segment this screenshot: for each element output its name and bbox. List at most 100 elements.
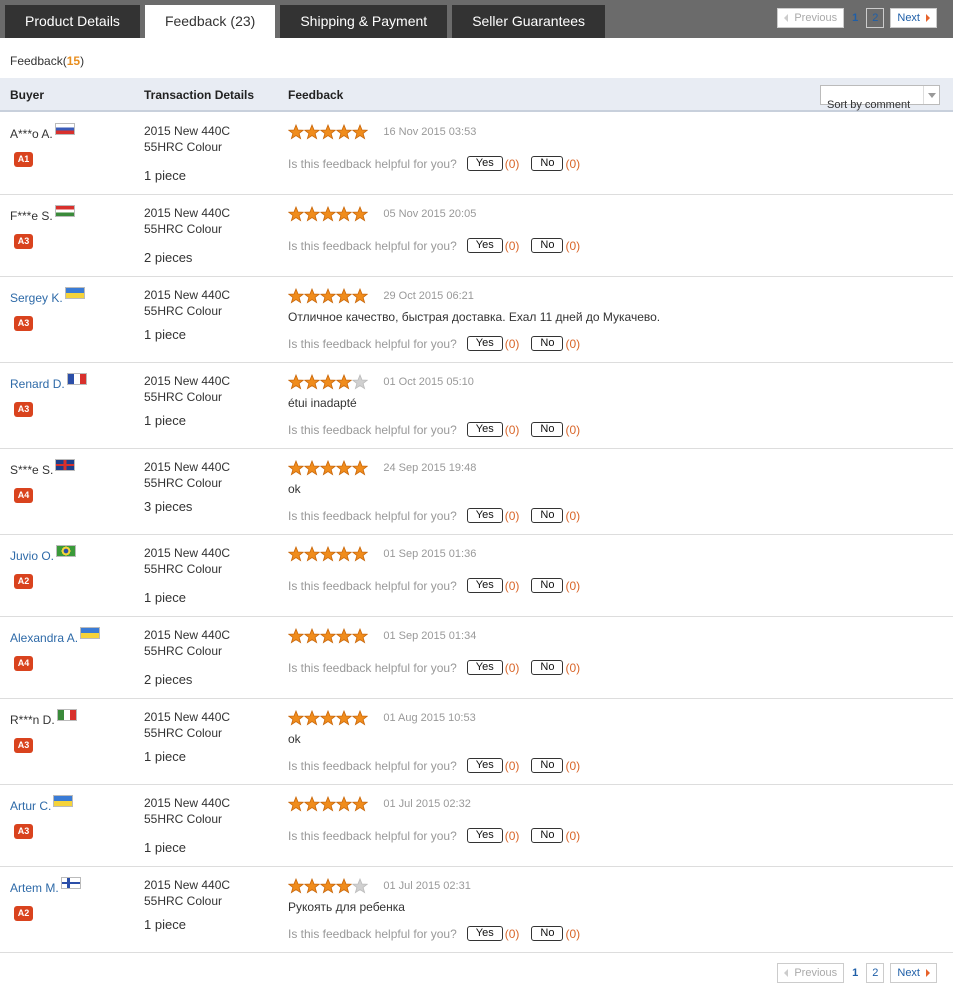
transaction-details: 2015 New 440C 55HRC Colour — [144, 627, 230, 659]
buyer-name[interactable]: Artem M. — [10, 877, 81, 895]
star-filled-icon — [320, 710, 336, 726]
item-variant: 55HRC Colour — [144, 140, 223, 154]
helpful-yes-button[interactable]: Yes — [466, 508, 503, 523]
buyer-name[interactable]: Renard D. — [10, 373, 87, 391]
buyer-level-badge: A2 — [14, 906, 33, 921]
previous-button[interactable]: Previous — [777, 963, 845, 983]
feedback-title-close: ) — [80, 54, 85, 68]
tab-seller-guarantees[interactable]: Seller Guarantees — [452, 5, 606, 38]
buyer-name-text: Sergey K. — [10, 291, 63, 305]
tab-count: (23) — [230, 13, 256, 29]
table-row: F***e S. A3 2015 New 440C 55HRC Colour 2… — [0, 195, 953, 277]
next-button[interactable]: Next — [890, 8, 937, 28]
feedback-date: 29 Oct 2015 06:21 — [383, 290, 474, 302]
helpful-no-button[interactable]: No — [531, 422, 564, 437]
buyer-name[interactable]: Artur C. — [10, 795, 74, 813]
feedback-date: 01 Sep 2015 01:34 — [383, 630, 477, 642]
next-label: Next — [897, 967, 920, 979]
tab-product-details[interactable]: Product Details — [5, 5, 140, 38]
helpful-yes-count: (0) — [504, 578, 520, 593]
star-rating — [288, 628, 368, 644]
helpful-prompt: Is this feedback helpful for you? Yes (0… — [288, 336, 580, 351]
buyer-name[interactable]: Alexandra A. — [10, 627, 101, 645]
item-name: 2015 New 440C — [144, 374, 231, 388]
helpful-no-button[interactable]: No — [531, 758, 564, 773]
transaction-details: 2015 New 440C 55HRC Colour — [144, 709, 230, 741]
helpful-yes-button[interactable]: Yes — [466, 758, 503, 773]
star-filled-icon — [352, 206, 368, 222]
tab-feedback[interactable]: Feedback (23) — [144, 5, 276, 38]
helpful-question: Is this feedback helpful for you? — [288, 578, 457, 593]
star-filled-icon — [352, 288, 368, 304]
helpful-question: Is this feedback helpful for you? — [288, 336, 457, 351]
buyer-name[interactable]: Sergey K. — [10, 287, 85, 305]
buyer-level-badge: A3 — [14, 738, 33, 753]
helpful-yes-button[interactable]: Yes — [466, 238, 503, 253]
helpful-no-button[interactable]: No — [531, 926, 564, 941]
buyer-level-badge: A4 — [14, 488, 33, 503]
helpful-yes-count: (0) — [504, 758, 520, 773]
helpful-no-button[interactable]: No — [531, 578, 564, 593]
next-button[interactable]: Next — [890, 963, 937, 983]
star-filled-icon — [320, 628, 336, 644]
helpful-yes-button[interactable]: Yes — [466, 156, 503, 171]
helpful-prompt: Is this feedback helpful for you? Yes (0… — [288, 926, 580, 941]
page-2-link[interactable]: 2 — [866, 8, 885, 28]
helpful-no-button[interactable]: No — [531, 238, 564, 253]
helpful-yes-count: (0) — [504, 156, 520, 171]
helpful-yes-button[interactable]: Yes — [466, 926, 503, 941]
next-label: Next — [897, 12, 920, 24]
page-1-link[interactable]: 1 — [852, 967, 858, 979]
star-filled-icon — [288, 124, 304, 140]
item-variant: 55HRC Colour — [144, 726, 223, 740]
star-filled-icon — [320, 288, 336, 304]
pagination-top: Previous 1 2 Next — [771, 8, 937, 28]
quantity: 1 piece — [144, 327, 186, 342]
tab-label: Feedback — [164, 13, 227, 29]
helpful-prompt: Is this feedback helpful for you? Yes (0… — [288, 660, 580, 675]
item-name: 2015 New 440C — [144, 460, 231, 474]
helpful-yes-button[interactable]: Yes — [466, 578, 503, 593]
helpful-prompt: Is this feedback helpful for you? Yes (0… — [288, 156, 580, 171]
feedback-comment: Отличное качество, быстрая доставка. Еха… — [288, 310, 661, 324]
helpful-question: Is this feedback helpful for you? — [288, 508, 457, 523]
feedback-title-text: Feedback( — [10, 54, 67, 68]
star-filled-icon — [336, 546, 352, 562]
star-filled-icon — [304, 546, 320, 562]
buyer-level-badge: A3 — [14, 316, 33, 331]
helpful-no-button[interactable]: No — [531, 828, 564, 843]
transaction-details: 2015 New 440C 55HRC Colour — [144, 459, 230, 491]
helpful-yes-count: (0) — [504, 926, 520, 941]
helpful-no-count: (0) — [565, 238, 581, 253]
feedback-content: 01 Jul 2015 02:31 Рукоять для ребенка — [288, 878, 953, 914]
helpful-yes-button[interactable]: Yes — [466, 336, 503, 351]
helpful-yes-button[interactable]: Yes — [466, 422, 503, 437]
buyer-name-text: F***e S. — [10, 209, 53, 223]
pagination-bottom: Previous 1 2 Next — [771, 963, 937, 983]
helpful-no-button[interactable]: No — [531, 660, 564, 675]
sort-select[interactable]: Sort by comment — [820, 85, 940, 111]
star-rating — [288, 878, 368, 894]
helpful-yes-count: (0) — [504, 238, 520, 253]
tab-shipping-payment[interactable]: Shipping & Payment — [280, 5, 448, 38]
star-filled-icon — [304, 878, 320, 894]
helpful-question: Is this feedback helpful for you? — [288, 238, 457, 253]
helpful-yes-button[interactable]: Yes — [466, 660, 503, 675]
quantity: 1 piece — [144, 168, 186, 183]
page-2-link[interactable]: 2 — [866, 963, 885, 983]
helpful-no-count: (0) — [565, 758, 581, 773]
helpful-no-button[interactable]: No — [531, 508, 564, 523]
helpful-no-count: (0) — [565, 660, 581, 675]
feedback-content: 01 Aug 2015 10:53 ok — [288, 710, 953, 746]
helpful-no-button[interactable]: No — [531, 336, 564, 351]
table-row: Artem M. A2 2015 New 440C 55HRC Colour 1… — [0, 867, 953, 953]
buyer-name[interactable]: Juvio O. — [10, 545, 77, 563]
star-filled-icon — [304, 124, 320, 140]
helpful-no-button[interactable]: No — [531, 156, 564, 171]
feedback-comment: ok — [288, 732, 301, 746]
star-filled-icon — [336, 796, 352, 812]
transaction-details: 2015 New 440C 55HRC Colour — [144, 877, 230, 909]
helpful-yes-button[interactable]: Yes — [466, 828, 503, 843]
page-1-link[interactable]: 1 — [852, 12, 858, 24]
previous-button[interactable]: Previous — [777, 8, 845, 28]
